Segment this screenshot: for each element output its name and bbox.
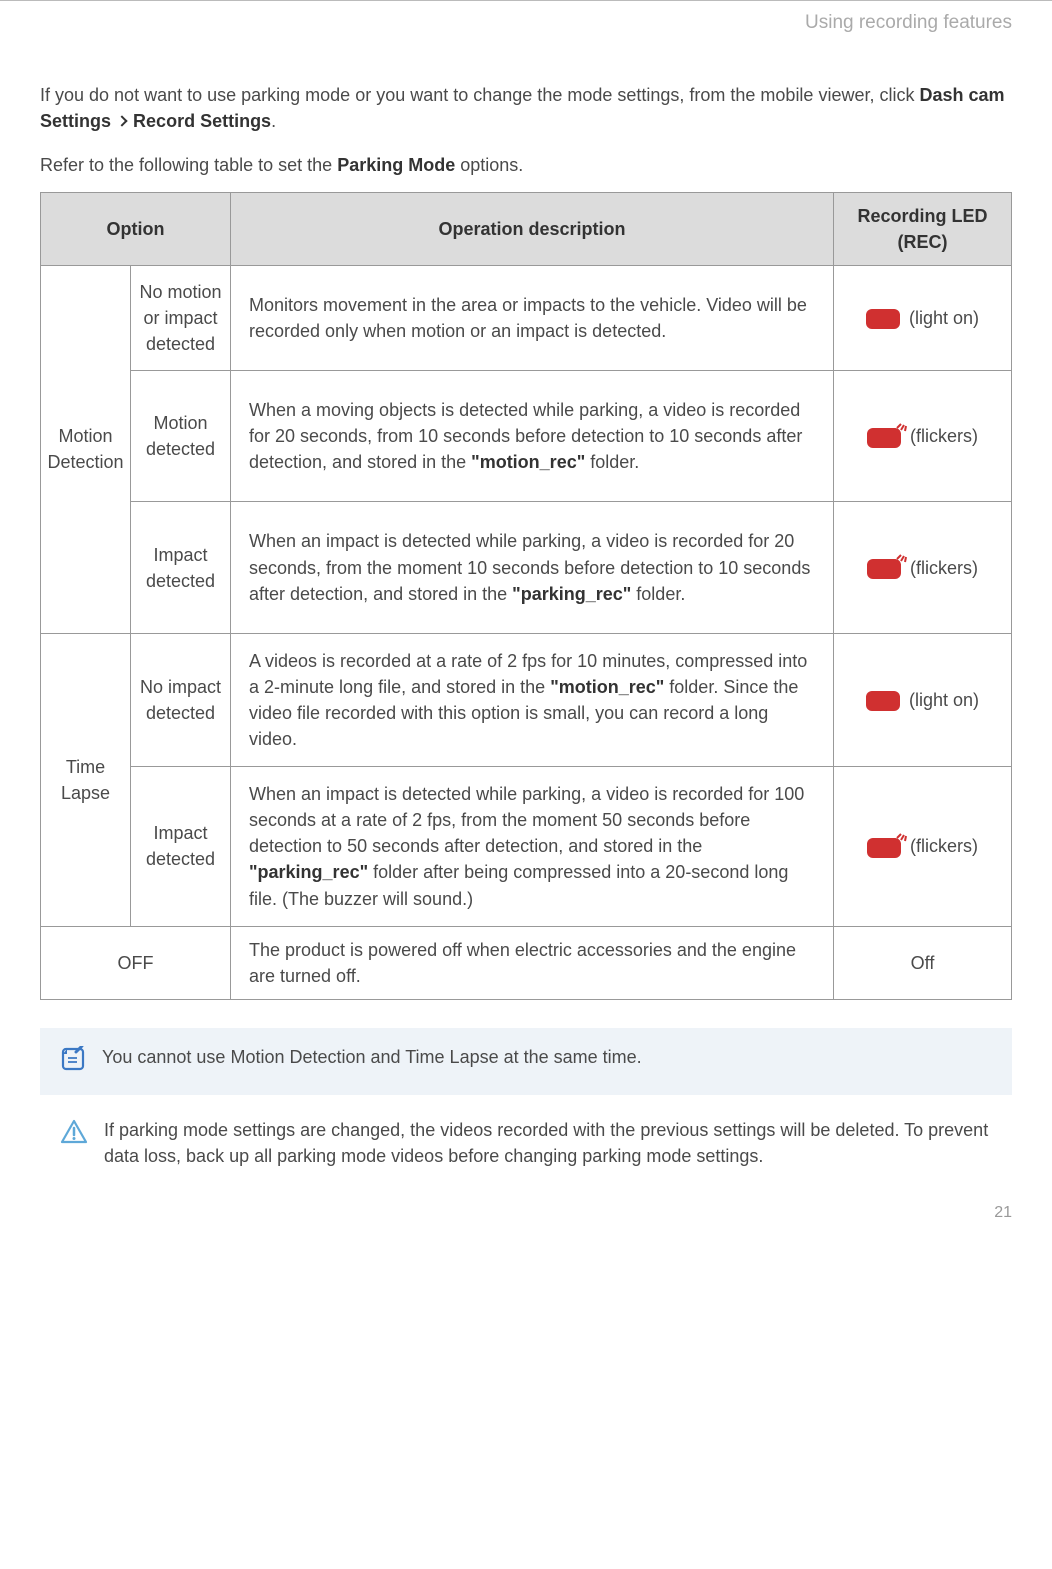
option-sub: Impact detected [131, 767, 231, 926]
header-led: Recording LED (REC) [834, 192, 1012, 265]
option-desc: Monitors movement in the area or impacts… [231, 266, 834, 371]
led-label: (flickers) [910, 426, 978, 446]
intro-prefix: If you do not want to use parking mode o… [40, 85, 919, 105]
led-label: (flickers) [910, 836, 978, 856]
flicker-rays-icon [895, 828, 911, 842]
option-sub: Motion detected [131, 371, 231, 502]
desc-bold: "parking_rec" [512, 584, 631, 604]
option-off: OFF [41, 926, 231, 999]
option-time-lapse: Time Lapse [41, 633, 131, 926]
refer-suffix: options. [455, 155, 523, 175]
led-label: (flickers) [910, 558, 978, 578]
desc-post: folder. [585, 452, 639, 472]
option-desc: When an impact is detected while parking… [231, 767, 834, 926]
option-desc: When a moving objects is detected while … [231, 371, 834, 502]
refer-bold: Parking Mode [337, 155, 455, 175]
header-description: Operation description [231, 192, 834, 265]
option-motion-detection: Motion Detection [41, 266, 131, 634]
warning-box: If parking mode settings are changed, th… [40, 1117, 1012, 1169]
parking-mode-table: Option Operation description Recording L… [40, 192, 1012, 1000]
led-on-icon [866, 309, 900, 329]
option-sub: No motion or impact detected [131, 266, 231, 371]
desc-bold: "parking_rec" [249, 862, 368, 882]
table-row: Impact detected When an impact is detect… [41, 767, 1012, 926]
page-number: 21 [994, 1201, 1012, 1224]
note-box: You cannot use Motion Detection and Time… [40, 1028, 1012, 1095]
intro-bold-2: Record Settings [133, 111, 271, 131]
led-status: Off [834, 926, 1012, 999]
led-status: (flickers) [834, 502, 1012, 633]
refer-paragraph: Refer to the following table to set the … [40, 152, 1012, 178]
led-label: (light on) [909, 308, 979, 328]
table-header-row: Option Operation description Recording L… [41, 192, 1012, 265]
header-option: Option [41, 192, 231, 265]
table-row: Impact detected When an impact is detect… [41, 502, 1012, 633]
warning-icon [60, 1119, 88, 1152]
section-header: Using recording features [40, 1, 1012, 82]
option-sub: Impact detected [131, 502, 231, 633]
chevron-right-icon [116, 115, 127, 126]
desc-bold: "motion_rec" [471, 452, 585, 472]
option-sub: No impact detected [131, 633, 231, 766]
option-desc: A videos is recorded at a rate of 2 fps … [231, 633, 834, 766]
flicker-rays-icon [895, 418, 911, 432]
intro-suffix: . [271, 111, 276, 131]
intro-paragraph: If you do not want to use parking mode o… [40, 82, 1012, 134]
note-icon [60, 1046, 86, 1079]
led-status: (flickers) [834, 767, 1012, 926]
led-status: (light on) [834, 633, 1012, 766]
table-row: Motion Detection No motion or impact det… [41, 266, 1012, 371]
led-flicker-icon [867, 559, 901, 579]
option-desc: When an impact is detected while parking… [231, 502, 834, 633]
refer-prefix: Refer to the following table to set the [40, 155, 337, 175]
desc-post: folder. [631, 584, 685, 604]
note-text: You cannot use Motion Detection and Time… [102, 1044, 992, 1070]
option-desc: The product is powered off when electric… [231, 926, 834, 999]
flicker-rays-icon [895, 549, 911, 563]
table-row: Time Lapse No impact detected A videos i… [41, 633, 1012, 766]
table-row: OFF The product is powered off when elec… [41, 926, 1012, 999]
led-flicker-icon [867, 428, 901, 448]
desc-bold: "motion_rec" [550, 677, 664, 697]
led-status: (flickers) [834, 371, 1012, 502]
warning-text: If parking mode settings are changed, th… [104, 1117, 992, 1169]
led-status: (light on) [834, 266, 1012, 371]
led-label: (light on) [909, 690, 979, 710]
led-flicker-icon [867, 838, 901, 858]
table-row: Motion detected When a moving objects is… [41, 371, 1012, 502]
desc-pre: When an impact is detected while parking… [249, 784, 804, 856]
led-on-icon [866, 691, 900, 711]
